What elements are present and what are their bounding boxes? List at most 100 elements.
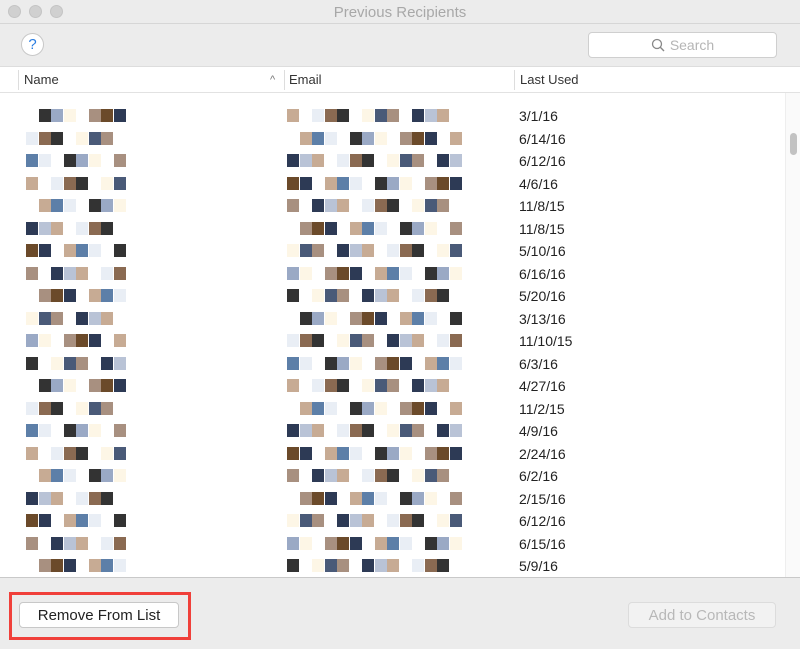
pixelated-text xyxy=(76,131,88,145)
table-row[interactable]: 5/20/16 xyxy=(0,285,784,307)
table-row[interactable]: 11/8/15 xyxy=(0,195,784,217)
pixelated-text xyxy=(26,446,38,460)
pixelated-text xyxy=(101,401,113,415)
pixelated-text xyxy=(349,491,362,505)
pixelated-text xyxy=(51,356,63,370)
pixelated-text xyxy=(449,491,462,505)
pixelated-text xyxy=(337,199,349,212)
help-button[interactable]: ? xyxy=(21,33,44,56)
pixelated-text xyxy=(312,221,324,235)
pixelated-text xyxy=(324,356,337,370)
table-row[interactable]: 11/8/15 xyxy=(0,218,784,240)
table-row[interactable]: 6/12/16 xyxy=(0,150,784,172)
table-row[interactable]: 6/16/16 xyxy=(0,263,784,285)
pixelated-text xyxy=(51,266,63,280)
scrollbar-thumb[interactable] xyxy=(790,133,797,155)
pixelated-text xyxy=(362,109,374,122)
last-used-date: 5/20/16 xyxy=(519,288,566,304)
last-used-date: 11/2/15 xyxy=(519,400,565,417)
pixelated-text xyxy=(424,536,437,550)
pixelated-text xyxy=(412,401,424,415)
pixelated-text xyxy=(324,221,337,235)
pixelated-text xyxy=(63,514,76,527)
pixelated-text xyxy=(424,289,437,302)
pixelated-text xyxy=(362,311,374,325)
pixelated-text xyxy=(449,154,462,167)
pixelated-text xyxy=(88,199,101,212)
table-row[interactable]: 6/14/16 xyxy=(0,128,784,150)
pixelated-text xyxy=(349,221,362,235)
pixelated-text xyxy=(101,311,113,325)
table-row[interactable]: 2/15/16 xyxy=(0,488,784,510)
table-row[interactable]: 4/27/16 xyxy=(0,375,784,397)
pixelated-text xyxy=(312,379,324,392)
pixelated-text xyxy=(362,469,374,482)
pixelated-text xyxy=(26,311,38,325)
pixelated-text xyxy=(287,266,299,280)
pixelated-text xyxy=(324,109,337,122)
pixelated-text xyxy=(412,289,424,302)
table-row[interactable]: 2/24/16 xyxy=(0,443,784,465)
pixelated-text xyxy=(374,491,387,505)
pixelated-text xyxy=(38,289,51,302)
table-row[interactable]: 4/9/16 xyxy=(0,420,784,442)
pixelated-text xyxy=(387,446,399,460)
pixelated-text xyxy=(362,221,374,235)
last-used-date: 11/8/15 xyxy=(519,220,565,237)
search-input[interactable]: Search xyxy=(588,32,777,58)
add-to-contacts-button[interactable]: Add to Contacts xyxy=(628,602,776,628)
pixelated-text xyxy=(424,356,437,370)
table-row[interactable]: 6/12/16 xyxy=(0,510,784,532)
table-row[interactable]: 4/6/16 xyxy=(0,173,784,195)
pixelated-text xyxy=(399,131,412,145)
pixelated-text xyxy=(63,469,76,482)
pixelated-text xyxy=(374,311,387,325)
pixelated-text xyxy=(76,176,88,190)
table-row[interactable]: Brian Chaunceybrian.stephanie@luke918.co… xyxy=(0,578,784,579)
pixelated-text xyxy=(287,289,299,302)
pixelated-text xyxy=(88,424,101,437)
pixelated-text xyxy=(324,289,337,302)
table-row[interactable]: 3/1/16 xyxy=(0,105,784,127)
pixelated-text xyxy=(38,514,51,527)
pixelated-text xyxy=(437,514,449,527)
table-row[interactable]: 5/10/16 xyxy=(0,240,784,262)
pixelated-text xyxy=(287,154,299,167)
pixelated-text xyxy=(88,491,101,505)
pixelated-text xyxy=(287,469,299,482)
pixelated-text xyxy=(101,379,113,392)
pixelated-text xyxy=(101,176,113,190)
pixelated-text xyxy=(374,131,387,145)
pixelated-text xyxy=(26,244,38,257)
table-row[interactable]: 6/2/16 xyxy=(0,465,784,487)
pixelated-text xyxy=(76,334,88,347)
pixelated-text xyxy=(113,536,126,550)
pixelated-text xyxy=(387,536,399,550)
pixelated-text xyxy=(412,131,424,145)
pixelated-text xyxy=(113,266,126,280)
table-row[interactable]: 6/3/16 xyxy=(0,353,784,375)
pixelated-text xyxy=(362,379,374,392)
table-header: Name ^ Email Last Used xyxy=(0,67,800,93)
column-header-email[interactable]: Email xyxy=(289,72,322,87)
pixelated-text xyxy=(312,289,324,302)
vertical-scrollbar[interactable] xyxy=(785,93,800,577)
pixelated-text xyxy=(324,199,337,212)
table-row[interactable]: 5/9/16 xyxy=(0,555,784,577)
table-row[interactable]: 6/15/16 xyxy=(0,533,784,555)
column-header-name[interactable]: Name xyxy=(24,72,59,87)
table-row[interactable]: 11/2/15 xyxy=(0,398,784,420)
table-row[interactable]: 3/13/16 xyxy=(0,308,784,330)
pixelated-text xyxy=(437,356,449,370)
pixelated-text xyxy=(312,131,324,145)
pixelated-text xyxy=(412,334,424,347)
pixelated-text xyxy=(399,446,412,460)
column-header-last-used[interactable]: Last Used xyxy=(520,72,579,87)
pixelated-text xyxy=(424,109,437,122)
pixelated-text xyxy=(63,244,76,257)
pixelated-text xyxy=(299,424,312,437)
pixelated-text xyxy=(387,109,399,122)
table-row[interactable]: 11/10/15 xyxy=(0,330,784,352)
pixelated-text xyxy=(362,559,374,572)
pixelated-text xyxy=(299,266,312,280)
